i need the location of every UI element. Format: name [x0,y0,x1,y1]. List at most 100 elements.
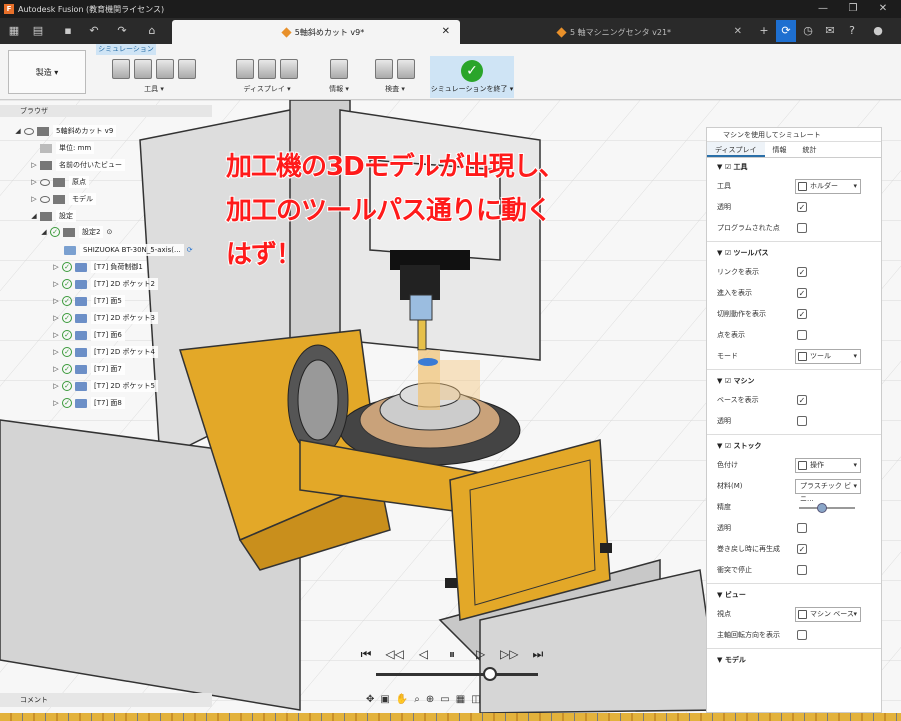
browser-header[interactable]: ブラウザ [0,105,212,117]
info-group-label[interactable]: 情報 ▾ [322,84,356,94]
accuracy-slider-knob[interactable] [817,503,827,513]
tree-item-machine[interactable]: SHIZUOKA BT-30N_5-axis(... ⟳ [64,243,193,257]
tab-display[interactable]: ディスプレイ [707,142,765,157]
sync-icon[interactable]: ⟳ [776,20,796,42]
comments-bar[interactable]: コメント [0,693,212,707]
tab-info[interactable]: 情報 [765,142,795,157]
viewpoint-dropdown[interactable]: マシン ベース ▾ [795,607,861,622]
spindle-direction-checkbox[interactable] [797,630,807,640]
workspace-switcher[interactable]: 製造 ▾ [8,50,86,94]
measure-icon[interactable] [397,59,415,79]
tool-dropdown[interactable]: ホルダー ▾ [795,179,861,194]
tree-item-units[interactable]: 単位: mm [30,141,95,155]
section-view[interactable]: ▼ ビュー [707,586,881,604]
section-toolpath[interactable]: ▼ ☑ ツールパス [707,244,881,262]
tree-item-op3[interactable]: ▷ ✓ [T7] 面5 [52,294,125,308]
section-model[interactable]: ▼ モデル [707,651,881,669]
tree-item-document[interactable]: ◢ 5軸斜めカット v9 [14,124,117,138]
tab-stats[interactable]: 統計 [795,142,825,157]
undo-icon[interactable]: ↶ [84,18,104,44]
display-settings-icon[interactable]: ▭ [440,694,449,705]
finish-simulation-button[interactable]: ✓ シミュレーションを終了 ▾ [430,56,514,98]
redo-icon[interactable]: ↷ [112,18,132,44]
display-group-label[interactable]: ディスプレイ ▾ [222,84,312,94]
grid-menu-icon[interactable]: ▦ [4,18,24,44]
fit-icon[interactable]: ⊕ [426,694,434,705]
expand-icon[interactable]: ▷ [30,161,38,169]
close-tab-icon[interactable]: ✕ [734,26,742,37]
tree-item-op2[interactable]: ▷ ✓ [T7] 2D ポケット2 [52,277,158,291]
step-forward-icon[interactable]: ▷▷ [499,647,519,661]
expand-icon[interactable]: ▷ [30,195,38,203]
tab-5axis-machining-center[interactable]: 5 軸マシニングセンタ v21* ✕ [462,20,752,44]
machine-transparent-checkbox[interactable] [797,416,807,426]
stock-color-dropdown[interactable]: 操作 ▾ [795,458,861,473]
expand-icon[interactable]: ▷ [52,314,60,322]
section-machine[interactable]: ▼ ☑ マシン [707,372,881,390]
stock-material-dropdown[interactable]: プラスチック ビニ... ▾ [795,479,861,503]
avatar[interactable]: ● [868,20,888,42]
tools-group-label[interactable]: 工具 ▾ [100,84,208,94]
timeline-scrubber[interactable] [483,667,497,681]
step-back-icon[interactable]: ◁◁ [385,647,405,661]
home-icon[interactable]: ⌂ [142,18,162,44]
help-icon[interactable]: ? [842,20,862,42]
show-approach-checkbox[interactable]: ✓ [797,288,807,298]
tree-item-op6[interactable]: ▷ ✓ [T7] 2D ポケット4 [52,345,158,359]
file-menu-icon[interactable]: ▤ [28,18,48,44]
expand-icon[interactable]: ▷ [52,382,60,390]
accuracy-slider[interactable] [799,503,855,513]
notification-icon[interactable]: ✉ [820,20,840,42]
tree-item-op4[interactable]: ▷ ✓ [T7] 2D ポケット3 [52,311,158,325]
tree-item-named-views[interactable]: ▷ 名前の付いたビュー [30,158,125,172]
pause-icon[interactable]: ⏸ [442,647,462,662]
show-points-checkbox[interactable] [797,330,807,340]
tab-5axis-cut[interactable]: 5軸斜めカット v9* ✕ [172,20,460,44]
tool-icon[interactable] [112,59,130,79]
toolpath-display-icon[interactable] [258,59,276,79]
tree-item-setups[interactable]: ◢ 設定 [30,209,76,223]
section-stock[interactable]: ▼ ☑ ストック [707,437,881,455]
close-button[interactable]: ✕ [868,0,898,18]
programmed-points-checkbox[interactable] [797,223,807,233]
skip-end-icon[interactable]: ⏭ [528,647,548,662]
display-group[interactable]: ディスプレイ ▾ [222,56,312,98]
simulation-timeline[interactable] [376,673,538,676]
tools-group[interactable]: 工具 ▾ [100,56,208,98]
collapse-icon[interactable]: ◢ [30,212,38,220]
minimize-button[interactable]: — [808,0,838,18]
collapse-icon[interactable]: ◢ [14,127,22,135]
stock-transparent-checkbox[interactable] [797,523,807,533]
show-base-checkbox[interactable]: ✓ [797,395,807,405]
look-at-icon[interactable]: ▣ [380,694,389,705]
regen-on-rewind-checkbox[interactable]: ✓ [797,544,807,554]
clock-icon[interactable]: ◷ [798,20,818,42]
visibility-icon[interactable] [24,127,34,135]
viewports-icon[interactable]: ◫ [471,694,480,705]
tree-item-op7[interactable]: ▷ ✓ [T7] 面7 [52,362,125,376]
tree-item-setup2[interactable]: ◢ ✓ 設定2 ⊙ [40,225,112,239]
tree-item-op9[interactable]: ▷ ✓ [T7] 面8 [52,396,125,410]
expand-icon[interactable]: ▷ [52,331,60,339]
tab-simulation[interactable]: シミュレーション [96,44,156,55]
collapse-icon[interactable]: ◢ [40,228,48,236]
inspect-group-label[interactable]: 検査 ▾ [362,84,428,94]
show-cutting-checkbox[interactable]: ✓ [797,309,807,319]
visibility-icon[interactable] [40,195,50,203]
tree-item-origin[interactable]: ▷ 原点 [30,175,89,189]
tree-item-op5[interactable]: ▷ ✓ [T7] 面6 [52,328,125,342]
expand-icon[interactable]: ▷ [52,297,60,305]
toolpath-mode-dropdown[interactable]: ツール ▾ [795,349,861,364]
zoom-icon[interactable]: ⌕ [414,694,420,705]
expand-icon[interactable]: ▷ [52,365,60,373]
machine-link-icon[interactable]: ⟳ [187,246,193,254]
maximize-button[interactable]: ❐ [838,0,868,18]
expand-icon[interactable]: ▷ [52,280,60,288]
info-group[interactable]: 情報 ▾ [322,56,356,98]
close-tab-icon[interactable]: ✕ [442,26,450,37]
target-icon[interactable]: ⊙ [106,228,112,236]
tool-transparent-checkbox[interactable]: ✓ [797,202,807,212]
new-tab-icon[interactable]: + [754,20,774,42]
panel-title[interactable]: マシンを使用してシミュレート [707,128,881,142]
skip-start-icon[interactable]: ⏮ [356,647,376,662]
